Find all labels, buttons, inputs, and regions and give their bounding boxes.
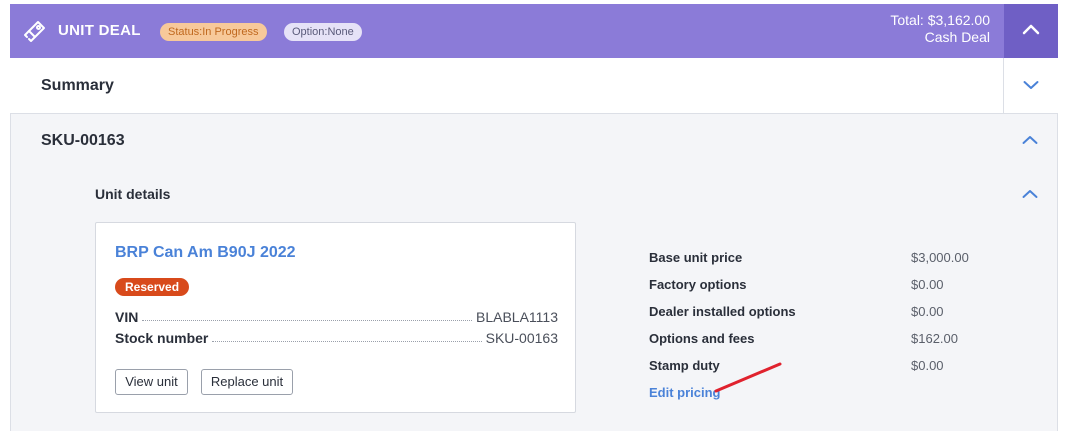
header-title: UNIT DEAL (58, 22, 141, 39)
price-row: Factory options $0.00 (649, 277, 979, 293)
header-collapse-button[interactable] (1004, 4, 1058, 58)
price-row: Stamp duty $0.00 (649, 358, 979, 374)
status-badge: Status:In Progress (160, 23, 267, 41)
summary-section[interactable]: Summary (10, 58, 1058, 114)
sku-section-title[interactable]: SKU-00163 (41, 132, 125, 150)
unit-name-link[interactable]: BRP Can Am B90J 2022 (115, 244, 296, 262)
price-row: Base unit price $3,000.00 (649, 250, 979, 266)
unit-deal-header[interactable]: UNIT DEAL Status:In Progress Option:None… (10, 4, 1058, 58)
vin-label: VIN (115, 309, 139, 325)
price-value: $3,000.00 (911, 250, 969, 265)
view-unit-button[interactable]: View unit (115, 369, 188, 395)
total-amount: Total: $3,162.00 (890, 12, 990, 28)
stock-number-row: Stock number SKU-00163 (115, 328, 558, 346)
replace-unit-button[interactable]: Replace unit (201, 369, 293, 395)
option-badge: Option:None (284, 23, 362, 41)
summary-expand-button[interactable] (1004, 58, 1058, 114)
chevron-up-icon (1022, 132, 1038, 150)
summary-label: Summary (41, 77, 114, 94)
price-value: $0.00 (911, 277, 944, 292)
price-label: Options and fees (649, 331, 755, 346)
price-label: Stamp duty (649, 358, 720, 373)
price-label: Dealer installed options (649, 304, 796, 319)
price-value: $162.00 (911, 331, 958, 346)
reserved-badge: Reserved (115, 278, 190, 296)
deal-logo-icon (22, 18, 48, 44)
stock-number-label: Stock number (115, 330, 209, 346)
chevron-up-icon (1022, 22, 1040, 40)
edit-pricing-link[interactable]: Edit pricing (649, 385, 721, 400)
sku-collapse-button[interactable] (1020, 131, 1040, 151)
deal-type: Cash Deal (924, 29, 990, 45)
price-value: $0.00 (911, 358, 944, 373)
price-row: Options and fees $162.00 (649, 331, 979, 347)
unit-details-collapse-button[interactable] (1020, 185, 1040, 205)
vin-row: VIN BLABLA1113 (115, 307, 558, 325)
stock-number-value: SKU-00163 (485, 330, 558, 346)
unit-card: BRP Can Am B90J 2022 Reserved VIN BLABLA… (95, 222, 576, 413)
price-label: Factory options (649, 277, 747, 292)
annotation-arrow (714, 362, 782, 393)
unit-details-title[interactable]: Unit details (95, 186, 170, 202)
chevron-down-icon (1023, 77, 1039, 95)
deal-total: Total: $3,162.00 Cash Deal (890, 12, 990, 46)
vin-value: BLABLA1113 (476, 309, 558, 325)
price-label: Base unit price (649, 250, 743, 265)
dotted-leader (212, 341, 482, 342)
chevron-up-icon (1022, 186, 1038, 204)
price-row: Dealer installed options $0.00 (649, 304, 979, 320)
dotted-leader (142, 320, 472, 321)
price-value: $0.00 (911, 304, 944, 319)
